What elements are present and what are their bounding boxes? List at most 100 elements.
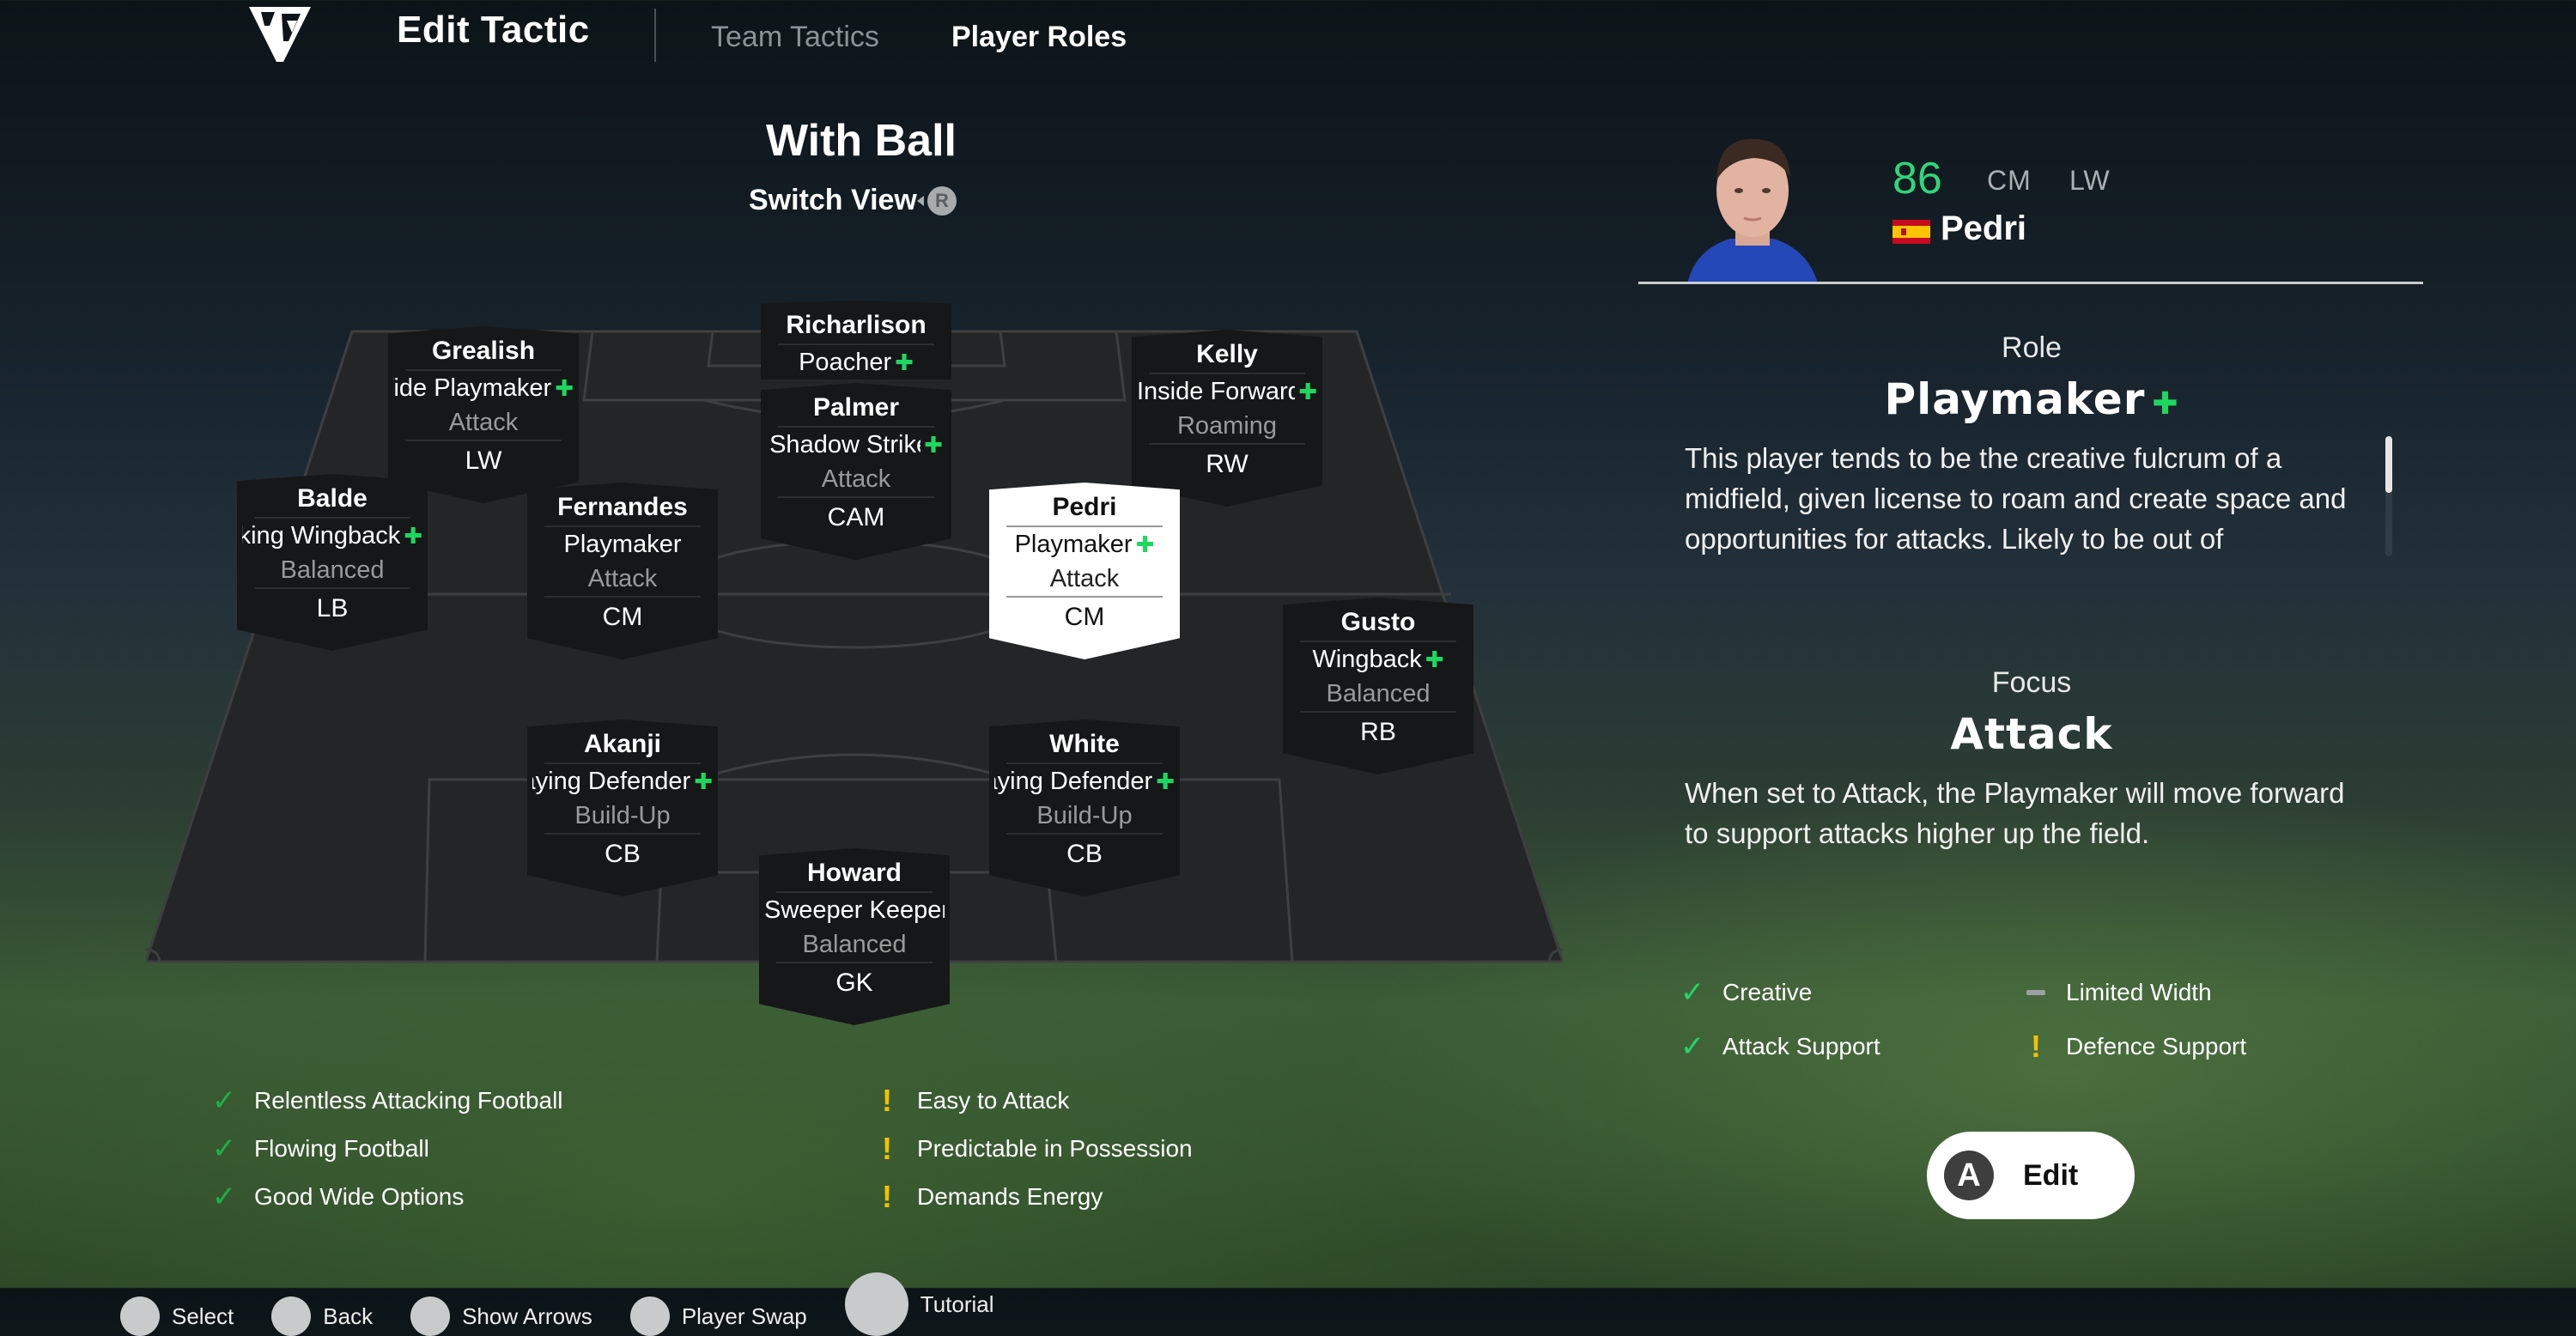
switch-view-label: Switch View xyxy=(749,184,917,216)
attribute-label: Attack Support xyxy=(1722,1033,1880,1060)
player-card[interactable]: Kelly Inside Forward ✚ Roaming RW xyxy=(1132,330,1322,507)
strength-item: ✓ Relentless Attacking Football xyxy=(211,1077,563,1125)
spain-flag-icon xyxy=(1893,220,1930,244)
player-role: Wingback ✚ xyxy=(1283,642,1473,677)
role-attributes: ✓ Creative Limited Width ✓ Attack Support … xyxy=(1680,975,2332,1065)
footer-label: Player Swap xyxy=(681,1303,807,1329)
player-name: Grealish xyxy=(431,337,536,365)
attribute-label: Creative xyxy=(1722,979,1813,1005)
player-name: Gusto xyxy=(1340,608,1416,636)
role-text: Wingback xyxy=(1312,646,1422,673)
role-text: Ball-Playing Defender xyxy=(994,768,1153,795)
weakness-item: ! Easy to Attack xyxy=(874,1077,1193,1125)
tab-team-tactics[interactable]: Team Tactics xyxy=(711,21,879,54)
plus-icon: ✚ xyxy=(1156,768,1175,794)
player-card[interactable]: Howard Sweeper Keeper Balanced GK xyxy=(759,848,950,1025)
role-text: Poacher xyxy=(799,349,892,376)
strength-item: ✓ Flowing Football xyxy=(211,1125,563,1173)
selected-player-name: Pedri xyxy=(1941,210,2027,247)
player-focus: Balanced xyxy=(280,556,385,584)
header-divider xyxy=(654,9,656,62)
role-text: Shadow Striker xyxy=(769,431,920,458)
plus-icon: ✚ xyxy=(1425,647,1444,672)
controller-button-icon xyxy=(410,1297,451,1336)
focus-value: Attack xyxy=(1950,709,2113,759)
role-text: Ball-Playing Defender xyxy=(532,768,691,795)
dash-icon xyxy=(2026,990,2045,995)
player-focus: Attack xyxy=(448,409,519,436)
weakness-label: Easy to Attack xyxy=(917,1087,1070,1114)
player-card[interactable]: Grealish Wide Playmaker✚ Attack LW xyxy=(388,326,579,503)
check-icon: ✓ xyxy=(211,1181,237,1213)
player-name: Howard xyxy=(806,859,902,887)
controller-button-icon xyxy=(271,1297,312,1336)
page-title: Edit Tactic xyxy=(397,9,590,51)
player-name: Richarlison xyxy=(786,311,927,339)
weakness-item: ! Demands Energy xyxy=(874,1173,1193,1221)
a-button-icon: A xyxy=(1944,1151,1994,1200)
player-card[interactable]: Palmer Shadow Striker✚ Attack CAM xyxy=(761,383,951,560)
check-icon: ✓ xyxy=(211,1133,237,1165)
r-stick-icon: R xyxy=(916,185,957,216)
footer-label: Tutorial xyxy=(920,1290,994,1317)
footer-select[interactable]: Select xyxy=(120,1297,234,1336)
player-name: White xyxy=(1049,730,1120,758)
panel-divider xyxy=(1638,282,2423,284)
player-focus: Balanced xyxy=(1326,680,1431,707)
player-role: Shadow Striker✚ xyxy=(761,428,951,462)
player-card[interactable]: White Ball-Playing Defender✚ Build-Up CB xyxy=(989,720,1180,896)
player-card[interactable]: Richarlison Poacher ✚ xyxy=(761,301,951,380)
player-role: Ball-Playing Defender✚ xyxy=(527,764,718,799)
strength-label: Good Wide Options xyxy=(254,1183,465,1210)
player-role: Playmaker ✚ xyxy=(989,527,1180,562)
role-text: Sweeper Keeper xyxy=(764,896,945,924)
plus-icon: ✚ xyxy=(895,349,914,375)
footer-controls: Select Back Show Arrows Player Swap Tuto… xyxy=(120,1272,994,1336)
footer-label: Back xyxy=(323,1303,374,1329)
attribute-label: Defence Support xyxy=(2066,1033,2247,1060)
footer-tutorial[interactable]: Tutorial xyxy=(844,1272,994,1336)
role-value: Playmaker ✚ xyxy=(1654,374,2409,424)
attribute-item: ! Defence Support xyxy=(2023,1029,2332,1065)
player-role: Ball-Playing Defender✚ xyxy=(989,764,1180,799)
player-name: Akanji xyxy=(583,730,662,758)
focus-label: Focus xyxy=(1991,666,2072,699)
player-focus: Attack xyxy=(587,565,658,592)
description-scrollbar-thumb[interactable] xyxy=(2385,436,2392,493)
player-position-primary: CM xyxy=(1987,165,2032,196)
attribute-item: Limited Width xyxy=(2023,975,2332,1010)
controller-button-icon xyxy=(629,1297,670,1336)
controller-button-icon xyxy=(120,1297,160,1336)
player-role: Inside Forward ✚ xyxy=(1132,374,1322,409)
view-title: With Ball xyxy=(766,116,957,166)
plus-icon: ✚ xyxy=(1298,379,1317,404)
role-text: Playmaker xyxy=(563,531,682,558)
footer-player-swap[interactable]: Player Swap xyxy=(629,1297,807,1336)
player-card[interactable]: Fernandes Playmaker Attack CM xyxy=(527,483,718,659)
focus-description: When set to Attack, the Playmaker will m… xyxy=(1685,777,2345,849)
strength-label: Relentless Attacking Football xyxy=(254,1087,563,1114)
player-focus: Attack xyxy=(1049,565,1120,592)
player-position: GK xyxy=(835,969,873,997)
footer-show-arrows[interactable]: Show Arrows xyxy=(410,1297,592,1336)
player-card[interactable]: Akanji Ball-Playing Defender✚ Build-Up C… xyxy=(527,720,718,896)
role-text: Attacking Wingback xyxy=(242,522,401,550)
player-name: Kelly xyxy=(1196,340,1258,368)
player-role: Sweeper Keeper xyxy=(759,893,950,927)
player-card[interactable]: Balde Attacking Wingback✚ Balanced LB xyxy=(237,474,428,651)
footer-back[interactable]: Back xyxy=(271,1297,373,1336)
player-card[interactable]: Gusto Wingback ✚ Balanced RB xyxy=(1283,598,1473,774)
role-text: Inside Forward xyxy=(1137,378,1296,405)
switch-view-button[interactable]: Switch View R xyxy=(749,184,957,217)
role-label: Role xyxy=(2002,331,2062,364)
player-name: Balde xyxy=(297,484,368,513)
edit-button[interactable]: A Edit xyxy=(1927,1132,2135,1219)
player-focus: Build-Up xyxy=(574,802,671,829)
player-name: Pedri xyxy=(1052,493,1117,521)
r-stick-letter: R xyxy=(934,189,949,211)
check-icon: ✓ xyxy=(1680,1030,1705,1063)
player-card-selected[interactable]: Pedri Playmaker ✚ Attack CM xyxy=(989,483,1180,659)
tab-player-roles[interactable]: Player Roles xyxy=(951,21,1127,54)
warning-icon: ! xyxy=(882,1131,892,1166)
plus-icon: ✚ xyxy=(555,375,574,401)
